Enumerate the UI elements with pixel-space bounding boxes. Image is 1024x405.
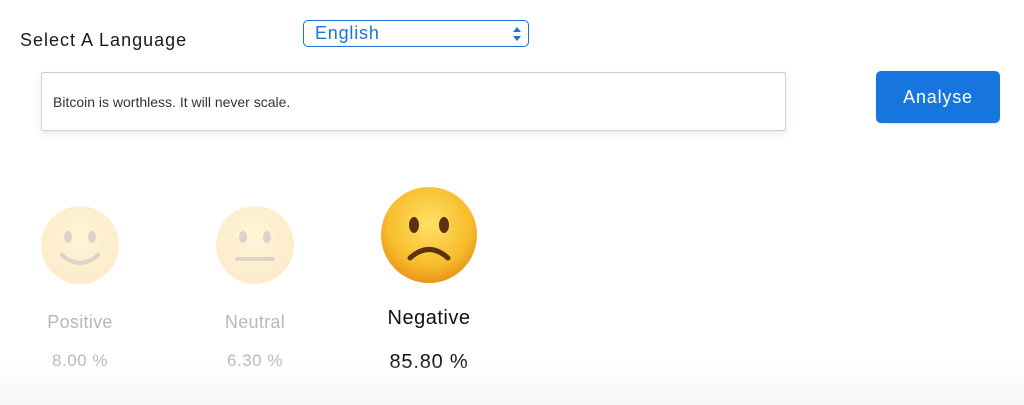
select-arrows-icon (513, 27, 521, 41)
language-select-value: English (315, 23, 380, 43)
positive-result: Positive 8.00 % (30, 205, 130, 371)
text-input[interactable]: Bitcoin is worthless. It will never scal… (41, 72, 786, 131)
smiling-face-icon (41, 206, 119, 284)
neutral-result: Neutral 6.30 % (205, 205, 305, 371)
analyse-button[interactable]: Analyse (876, 71, 1000, 123)
neutral-face-icon (216, 206, 294, 284)
language-label: Select A Language (20, 30, 188, 50)
positive-label: Positive (47, 312, 113, 332)
negative-label: Negative (387, 307, 471, 329)
frowning-face-icon (381, 187, 477, 283)
negative-result: Negative 85.80 % (369, 185, 489, 374)
neutral-label: Neutral (224, 312, 286, 332)
bottom-fade (0, 360, 1024, 405)
language-select[interactable]: English (303, 20, 529, 47)
